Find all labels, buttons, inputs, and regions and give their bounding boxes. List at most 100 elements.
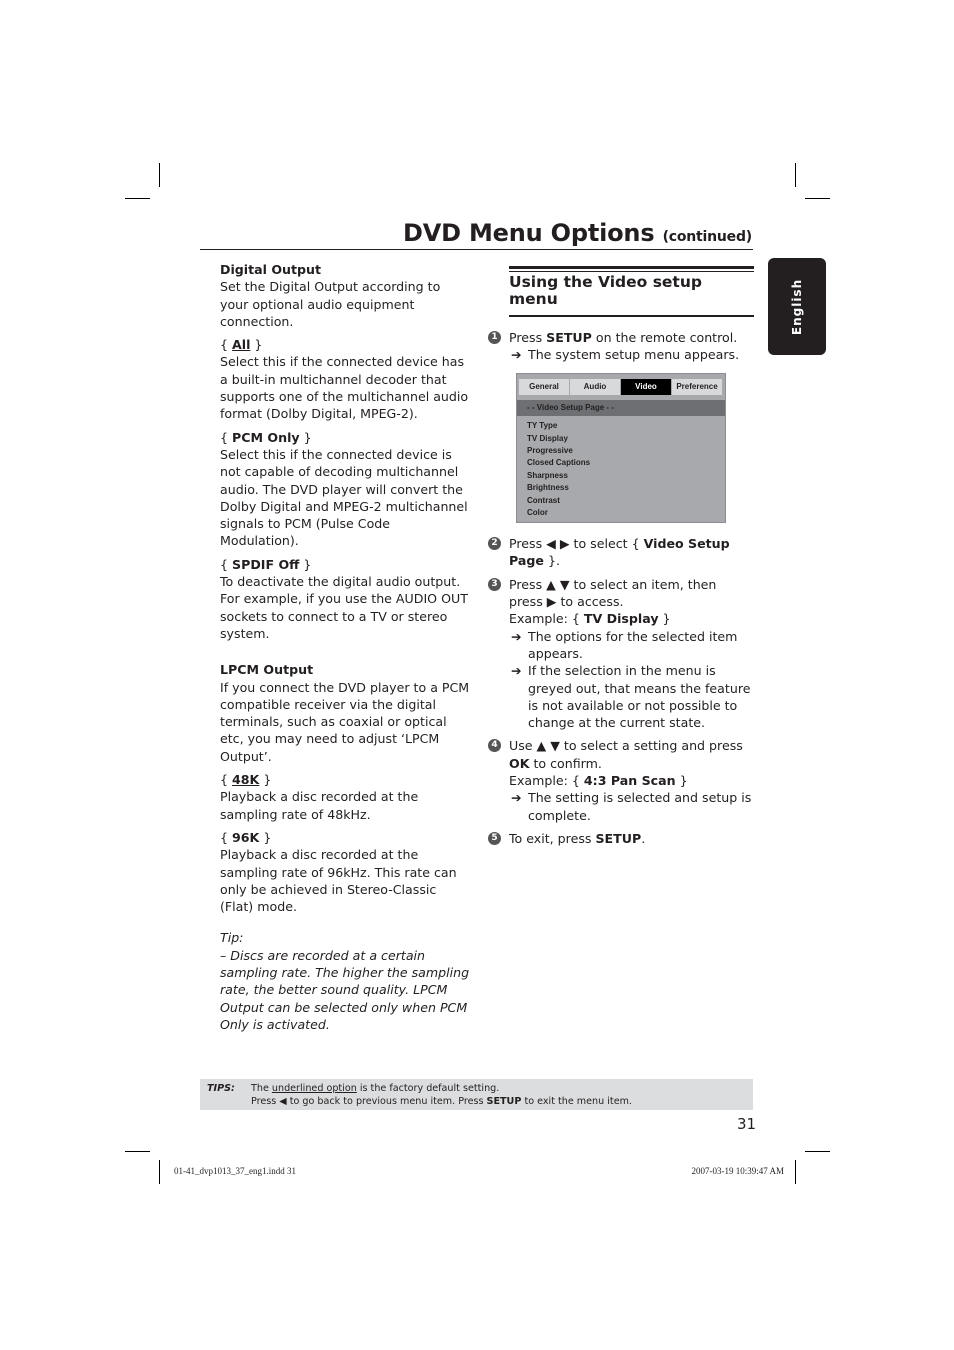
step-text: }.: [543, 553, 560, 569]
step-result: ➔ The system setup menu appears.: [509, 346, 754, 363]
option-description: Select this if the connected device is n…: [220, 446, 468, 549]
step-result: ➔ The setting is selected and setup is co…: [509, 789, 754, 824]
arrow-icon: ➔: [511, 663, 522, 679]
step-text: Use ▲ ▼ to select a setting and press: [509, 738, 743, 754]
lpcm-output-heading: LPCM Output: [220, 662, 314, 678]
example-text: Example: {: [509, 773, 584, 789]
osd-item: Progressive: [527, 446, 573, 455]
tips-underlined-example: underlined option: [271, 1083, 357, 1094]
osd-item: TY Type: [527, 421, 558, 431]
result-text: The setting is selected and setup is com…: [528, 790, 752, 823]
osd-tab-general: General: [519, 379, 569, 396]
step-1: 1 Press SETUP on the remote control. ➔ Th…: [488, 329, 754, 364]
step-key: SETUP: [595, 830, 642, 846]
step-result: ➔ If the selection in the menu is greyed …: [509, 662, 754, 731]
title-rule: [200, 249, 753, 250]
osd-item-list: TY Type TV Display Progressive Closed Ca…: [517, 416, 725, 519]
result-text: If the selection in the menu is greyed o…: [528, 663, 751, 731]
tip-label: Tip:: [220, 930, 244, 946]
option-label: PCM Only: [232, 429, 300, 445]
step-number-icon: 4: [488, 739, 501, 753]
tips-line-text: Press ◀ to go back to previous menu item…: [251, 1096, 487, 1107]
video-setup-menu-screenshot: General Audio Video Preference - - Video…: [516, 373, 726, 524]
option-label: 96K: [232, 829, 260, 845]
osd-item: Closed Captions: [527, 458, 591, 468]
tips-line-text: to exit the menu item.: [521, 1096, 632, 1107]
tip-text: – Discs are recorded at a certain sampli…: [220, 947, 470, 1032]
osd-tab-audio: Audio: [570, 379, 620, 396]
crop-mark: [159, 1160, 160, 1184]
crop-mark: [805, 1151, 830, 1152]
section-heading-text: Using the Video setup menu: [509, 273, 702, 309]
osd-item: Brightness: [527, 483, 569, 493]
arrow-icon: ➔: [511, 346, 522, 362]
lpcm-output-intro: If you connect the DVD player to a PCM c…: [220, 679, 470, 764]
page-title-suffix: (continued): [662, 229, 753, 245]
crop-mark: [125, 198, 150, 199]
right-column: Using the Video setup menu 1 Press SETUP…: [488, 266, 754, 853]
osd-item: Color: [527, 508, 548, 518]
option-spdif-off: { SPDIF Off }: [220, 556, 312, 572]
option-description: Playback a disc recorded at the sampling…: [220, 789, 419, 822]
tips-key: SETUP: [486, 1096, 522, 1107]
print-slug-file: 01-41_dvp1013_37_eng1.indd 31: [174, 1166, 296, 1176]
step-example: Example: { 4:3 Pan Scan }: [509, 772, 754, 789]
page-title: DVD Menu Options (continued): [403, 219, 752, 247]
osd-tab-video: Video: [621, 379, 671, 396]
option-all: { All }: [220, 337, 263, 353]
section-heading: Using the Video setup menu: [509, 266, 754, 317]
step-text: to confirm.: [529, 755, 602, 771]
tip-block: Tip: – Discs are recorded at a certain s…: [220, 929, 470, 1033]
page-number: 31: [737, 1115, 757, 1133]
step-key: OK: [509, 755, 530, 771]
option-label: 48K: [232, 772, 260, 788]
page-title-text: DVD Menu Options: [403, 219, 655, 247]
osd-item: Contrast: [527, 495, 560, 505]
osd-item: TV Display: [527, 433, 568, 443]
crop-mark: [795, 163, 796, 187]
option-48k: { 48K }: [220, 772, 272, 788]
crop-mark: [159, 163, 160, 187]
crop-mark: [125, 1151, 150, 1152]
arrow-icon: ➔: [511, 628, 522, 644]
step-3: 3 Press ▲ ▼ to select an item, then pres…: [488, 576, 754, 732]
digital-output-heading: Digital Output: [220, 262, 322, 277]
option-pcm-only: { PCM Only }: [220, 429, 312, 445]
result-text: The system setup menu appears.: [528, 346, 740, 362]
tips-text: The underlined option is the factory def…: [251, 1082, 632, 1108]
example-text: Example: {: [509, 611, 584, 627]
example-text: }: [658, 611, 671, 627]
option-description: To deactivate the digital audio output. …: [220, 574, 468, 641]
option-description: Playback a disc recorded at the sampling…: [220, 847, 457, 915]
step-text: Press ◀ ▶ to select {: [509, 536, 644, 552]
step-text: Press: [509, 329, 547, 345]
step-text: on the remote control.: [591, 329, 738, 345]
example-value: TV Display: [583, 611, 659, 627]
option-label: All: [232, 337, 251, 353]
language-tab-label: English: [790, 278, 804, 335]
tips-line-text: The: [251, 1083, 272, 1094]
tips-bar: TIPS: The underlined option is the facto…: [200, 1079, 753, 1110]
step-5: 5 To exit, press SETUP.: [488, 830, 754, 847]
option-description: Select this if the connected device has …: [220, 354, 469, 422]
print-slug-timestamp: 2007-03-19 10:39:47 AM: [691, 1166, 784, 1176]
digital-output-intro: Set the Digital Output according to your…: [220, 279, 441, 329]
option-96k: { 96K }: [220, 829, 272, 845]
step-key: SETUP: [546, 329, 592, 345]
step-text: To exit, press: [509, 830, 596, 846]
crop-mark: [805, 198, 830, 199]
osd-tab-preference: Preference: [672, 379, 722, 396]
language-tab: English: [768, 258, 826, 355]
step-text: Press ▲ ▼ to select an item, then press …: [509, 576, 717, 610]
step-number-icon: 3: [488, 577, 501, 591]
osd-page-title: - - Video Setup Page - -: [517, 400, 725, 417]
step-example: Example: { TV Display }: [509, 610, 754, 627]
option-label: SPDIF Off: [232, 556, 300, 572]
step-text: .: [641, 830, 646, 846]
step-2: 2 Press ◀ ▶ to select { Video Setup Page…: [488, 535, 754, 570]
step-result: ➔ The options for the selected item appea…: [509, 628, 754, 663]
tips-label: TIPS:: [207, 1083, 235, 1094]
arrow-icon: ➔: [511, 790, 522, 806]
tips-line-text: is the factory default setting.: [356, 1083, 500, 1094]
left-column: Digital Output Set the Digital Output ac…: [220, 261, 470, 1033]
